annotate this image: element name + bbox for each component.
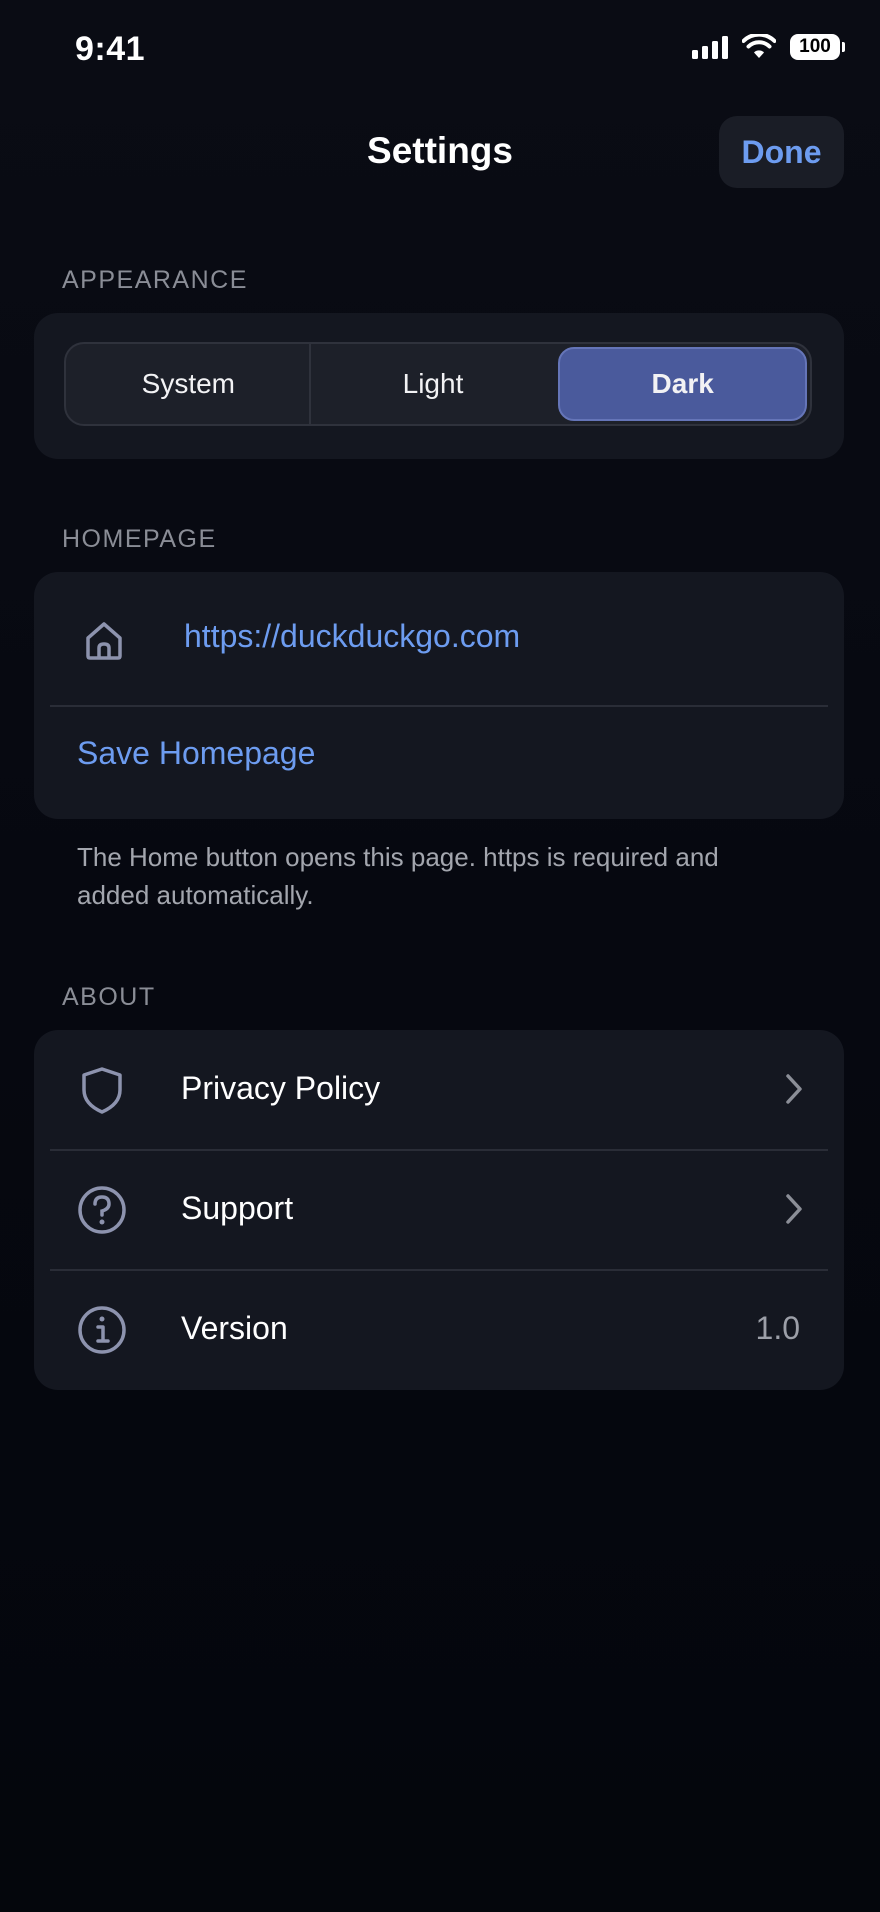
homepage-card: https://duckduckgo.com Save Homepage: [34, 572, 844, 819]
battery-level: 100: [799, 36, 831, 57]
homepage-section-header: HOMEPAGE: [62, 525, 217, 553]
question-circle-icon: [78, 1186, 126, 1234]
appearance-card: System Light Dark: [34, 313, 844, 459]
status-bar: 9:41 100: [0, 0, 880, 100]
wifi-icon: [742, 34, 776, 58]
save-homepage-button[interactable]: Save Homepage: [77, 735, 315, 772]
settings-screen: 9:41 100 Settings Done APPEARANCE System: [0, 0, 880, 1912]
version-value: 1.0: [755, 1310, 800, 1346]
homepage-url-row[interactable]: https://duckduckgo.com: [34, 572, 844, 706]
done-button[interactable]: Done: [719, 116, 844, 188]
chevron-right-icon: [786, 1194, 802, 1224]
version-label: Version: [181, 1310, 288, 1346]
segment-system[interactable]: System: [66, 344, 311, 424]
chevron-right-icon: [786, 1074, 802, 1104]
status-icons: 100: [692, 34, 845, 60]
appearance-section-header: APPEARANCE: [62, 266, 248, 294]
about-section-header: ABOUT: [62, 983, 156, 1011]
homepage-url-field[interactable]: https://duckduckgo.com: [184, 618, 520, 655]
support-label: Support: [181, 1190, 294, 1226]
segment-light[interactable]: Light: [311, 344, 556, 424]
about-card: Privacy Policy Support Version 1.0: [34, 1030, 844, 1390]
battery-icon: 100: [790, 34, 845, 60]
shield-icon: [82, 1067, 122, 1114]
info-circle-icon: [78, 1306, 126, 1354]
segment-dark[interactable]: Dark: [558, 347, 808, 421]
appearance-segmented-control: System Light Dark: [64, 342, 812, 426]
cellular-signal-icon: [692, 35, 728, 59]
privacy-policy-label: Privacy Policy: [181, 1070, 381, 1106]
status-time: 9:41: [75, 30, 146, 68]
version-row: Version 1.0: [34, 1270, 844, 1390]
home-icon: [86, 622, 122, 660]
support-row[interactable]: Support: [34, 1150, 844, 1270]
homepage-footnote: The Home button opens this page. https i…: [77, 842, 719, 910]
privacy-policy-row[interactable]: Privacy Policy: [34, 1030, 844, 1150]
divider: [50, 705, 828, 707]
